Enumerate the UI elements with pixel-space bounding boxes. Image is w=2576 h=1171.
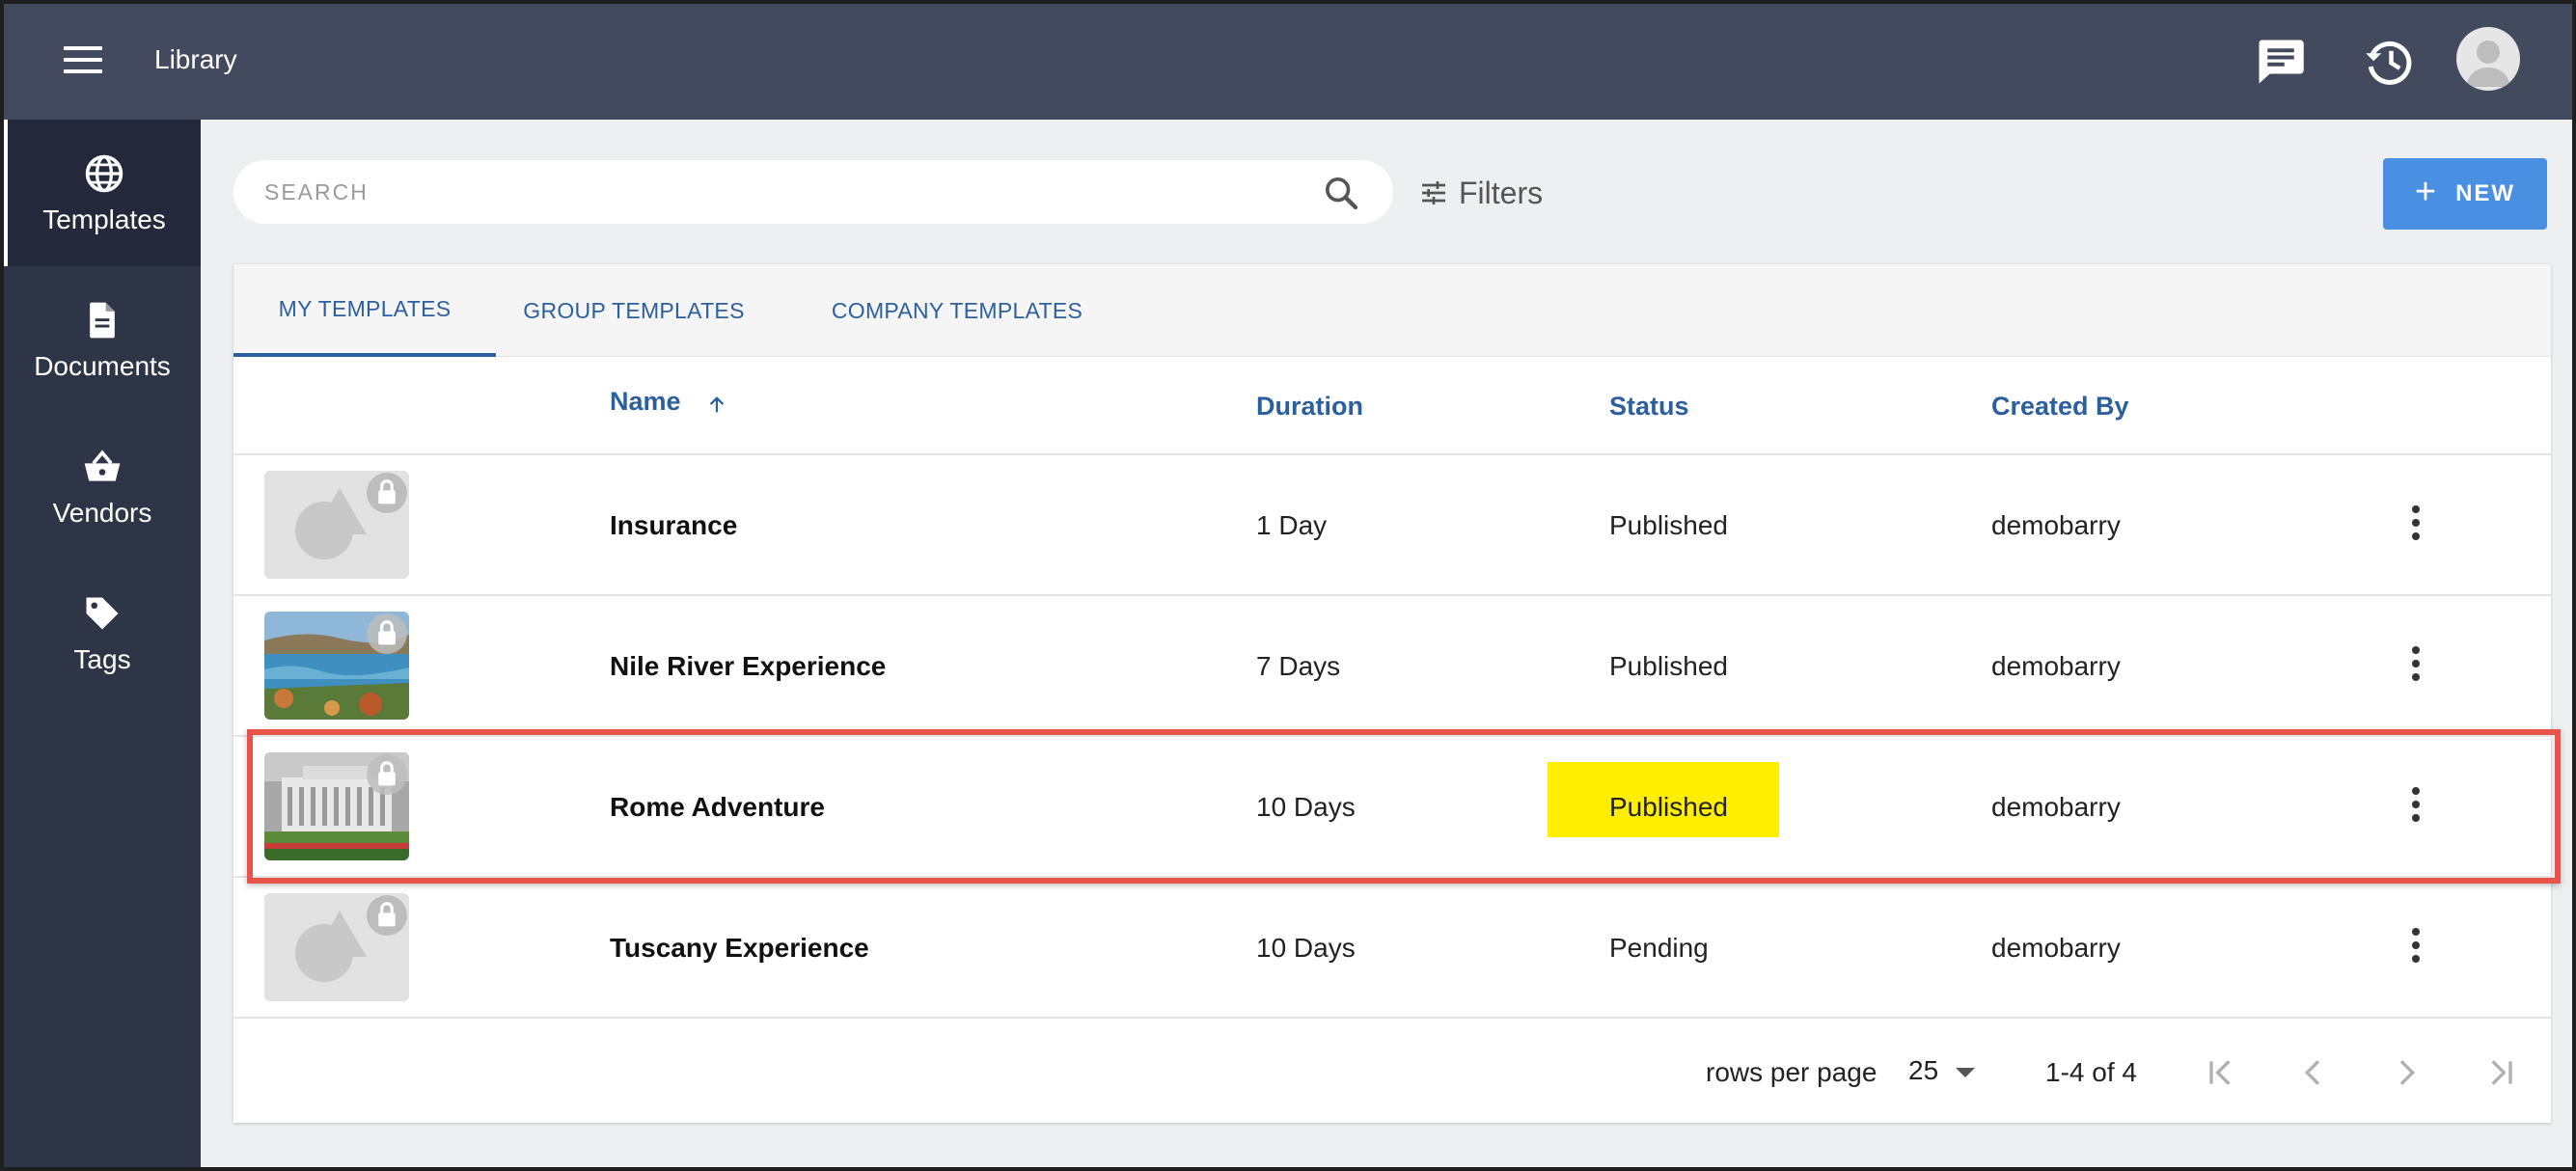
river-photo-thumbnail [264, 612, 409, 720]
app-title: Library [154, 44, 237, 74]
template-name[interactable]: Tuscany Experience [610, 878, 869, 1019]
tag-icon [86, 597, 119, 630]
new-button-label: NEW [2455, 180, 2516, 206]
template-duration: 7 Days [1256, 651, 1341, 681]
tab-group-templates[interactable]: GROUP TEMPLATES [513, 264, 754, 357]
template-created-by: demobarry [1991, 651, 2121, 681]
search-input[interactable] [264, 174, 1229, 210]
template-created-by: demobarry [1991, 933, 2121, 963]
pagination-range: 1-4 of 4 [2045, 1057, 2137, 1087]
template-duration: 10 Days [1256, 792, 1356, 822]
sidebar-item-templates[interactable]: Templates [4, 120, 201, 266]
table-row[interactable]: Nile River Experience 7 Days Published d… [233, 596, 2551, 737]
template-duration: 10 Days [1256, 933, 1356, 963]
column-header-label: Name [610, 387, 681, 416]
rows-per-page-select[interactable]: 25 [1908, 1055, 1976, 1086]
more-options-icon[interactable] [2410, 505, 2422, 546]
lock-icon [367, 473, 407, 513]
hamburger-menu-icon[interactable] [64, 46, 102, 77]
lock-icon [367, 895, 407, 936]
template-status: Pending [1609, 933, 1709, 963]
rows-per-page-label: rows per page [1706, 1057, 1877, 1087]
template-created-by: demobarry [1991, 792, 2121, 822]
top-bar: Library [4, 4, 2572, 120]
rows-per-page-value: 25 [1908, 1055, 1939, 1085]
sidebar-item-tags[interactable]: Tags [4, 559, 201, 706]
first-page-icon[interactable] [2202, 1053, 2240, 1092]
template-status: Published [1609, 651, 1728, 681]
placeholder-image-thumbnail [264, 471, 409, 579]
globe-icon [85, 154, 123, 193]
previous-page-icon[interactable] [2294, 1053, 2333, 1092]
column-header-created-by[interactable]: Created By [1991, 357, 2129, 455]
table-row[interactable]: Insurance 1 Day Published demobarry [233, 455, 2551, 596]
user-silhouette-icon [2466, 41, 2510, 87]
template-status: Published [1609, 510, 1728, 540]
sidebar: Templates Documents Vendors Tags [4, 120, 201, 1167]
lock-icon [367, 613, 407, 654]
tab-company-templates[interactable]: COMPANY TEMPLATES [812, 264, 1102, 357]
chat-icon[interactable] [2252, 33, 2310, 91]
table-row[interactable]: Tuscany Experience 10 Days Pending demob… [233, 878, 2551, 1019]
column-header-duration[interactable]: Duration [1256, 357, 1363, 455]
filters-label: Filters [1459, 175, 1544, 210]
sidebar-item-label: Vendors [52, 498, 152, 528]
placeholder-image-thumbnail [264, 893, 409, 1001]
rome-monument-photo-thumbnail [264, 752, 409, 860]
templates-card: MY TEMPLATES GROUP TEMPLATES COMPANY TEM… [233, 264, 2551, 1123]
filters-button[interactable]: Filters [1418, 174, 1543, 212]
app-frame: Library Templates Documents Vendors Tags… [0, 0, 2576, 1171]
tab-bar: MY TEMPLATES GROUP TEMPLATES COMPANY TEM… [233, 264, 2551, 357]
last-page-icon[interactable] [2481, 1053, 2520, 1092]
column-header-name[interactable]: Name [610, 357, 725, 455]
plus-icon: + [2414, 171, 2439, 212]
sidebar-item-label: Documents [34, 351, 171, 381]
new-button[interactable]: + NEW [2383, 158, 2547, 230]
tab-my-templates[interactable]: MY TEMPLATES [233, 264, 496, 357]
lock-icon [367, 754, 407, 795]
dropdown-caret-icon [1956, 1068, 1976, 1077]
template-created-by: demobarry [1991, 510, 2121, 540]
user-avatar[interactable] [2456, 27, 2520, 91]
more-options-icon[interactable] [2410, 646, 2422, 687]
template-status: Published [1609, 792, 1728, 822]
pagination-bar: rows per page 25 1-4 of 4 [233, 1026, 2551, 1123]
sliders-icon [1422, 181, 1445, 204]
next-page-icon[interactable] [2387, 1053, 2425, 1092]
sidebar-item-label: Tags [73, 644, 131, 674]
template-name[interactable]: Insurance [610, 455, 737, 596]
sort-ascending-icon[interactable] [706, 394, 727, 417]
template-duration: 1 Day [1256, 510, 1328, 540]
table-header: Name Duration Status Created By [233, 357, 2551, 455]
more-options-icon[interactable] [2410, 787, 2422, 828]
template-name[interactable]: Rome Adventure [610, 737, 825, 878]
document-icon [90, 302, 115, 339]
history-icon[interactable] [2360, 33, 2418, 91]
more-options-icon[interactable] [2410, 928, 2422, 968]
column-header-status[interactable]: Status [1609, 357, 1689, 455]
sidebar-item-label: Templates [42, 204, 166, 234]
basket-icon [84, 449, 121, 481]
template-name[interactable]: Nile River Experience [610, 596, 886, 737]
table-row[interactable]: Rome Adventure 10 Days Published demobar… [233, 737, 2551, 878]
sidebar-item-documents[interactable]: Documents [4, 266, 201, 413]
search-bar [233, 160, 1393, 224]
sidebar-item-vendors[interactable]: Vendors [4, 413, 201, 559]
search-icon[interactable] [1322, 174, 1360, 212]
